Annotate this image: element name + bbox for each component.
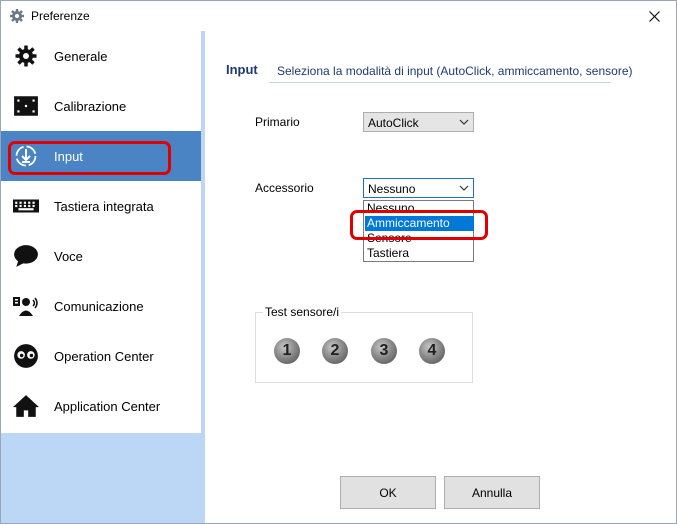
sensor-indicator-3: 3 — [371, 338, 397, 364]
close-button[interactable] — [632, 1, 676, 31]
annotation-highlight-ammiccamento — [350, 210, 488, 240]
calibration-icon — [14, 96, 38, 116]
sidebar-item-label: Generale — [54, 49, 108, 64]
sidebar-item-label: Tastiera integrata — [54, 199, 154, 214]
window-title: Preferenze — [31, 9, 90, 23]
primary-label: Primario — [255, 115, 300, 129]
section-title: Input — [226, 62, 258, 77]
chevron-down-icon — [459, 185, 469, 191]
annotation-highlight-input — [8, 141, 171, 175]
primary-select-value: AutoClick — [368, 116, 419, 130]
sidebar-list: Generale Calibrazione Input Tastiera int… — [1, 31, 201, 433]
keyboard-icon — [13, 199, 39, 213]
primary-select[interactable]: AutoClick — [363, 112, 474, 132]
sidebar-item-operation-center[interactable]: Operation Center — [1, 331, 201, 381]
sidebar-item-generale[interactable]: Generale — [1, 31, 201, 81]
chevron-down-icon — [459, 119, 469, 125]
sidebar-item-voce[interactable]: Voce — [1, 231, 201, 281]
sensor-indicator-4: 4 — [419, 338, 445, 364]
communication-icon — [13, 297, 38, 316]
sidebar-item-label: Operation Center — [54, 349, 154, 364]
sensor-indicator-1: 1 — [274, 338, 300, 364]
ok-button[interactable]: OK — [340, 476, 436, 509]
sidebar-item-label: Voce — [54, 249, 83, 264]
dropdown-option-tastiera[interactable]: Tastiera — [365, 246, 474, 261]
title-bar: Preferenze — [1, 1, 676, 31]
sidebar-separator — [201, 31, 205, 523]
accessory-select-value: Nessuno — [368, 182, 416, 196]
sensor-test-title: Test sensore/i — [263, 305, 342, 319]
sidebar-item-comunicazione[interactable]: Comunicazione — [1, 281, 201, 331]
sidebar-item-label: Comunicazione — [54, 299, 144, 314]
sidebar-item-application-center[interactable]: Application Center — [1, 381, 201, 431]
accessory-label: Accessorio — [255, 181, 314, 195]
eyes-icon — [14, 344, 38, 368]
sensor-indicator-2: 2 — [322, 338, 348, 364]
sidebar-item-label: Calibrazione — [54, 99, 127, 114]
section-description: Seleziona la modalità di input (AutoClic… — [277, 64, 633, 78]
gear-icon — [15, 45, 37, 67]
close-icon — [648, 10, 660, 22]
sidebar-item-label: Application Center — [54, 399, 161, 414]
cancel-button[interactable]: Annulla — [444, 476, 540, 509]
sidebar: Generale Calibrazione Input Tastiera int… — [1, 31, 201, 523]
sidebar-item-calibrazione[interactable]: Calibrazione — [1, 81, 201, 131]
speech-bubble-icon — [14, 245, 38, 267]
accessory-select[interactable]: Nessuno — [363, 178, 474, 198]
preferences-window: Preferenze Generale Calibrazione Input T… — [0, 0, 677, 524]
header-divider — [269, 82, 611, 83]
sidebar-item-tastiera-integrata[interactable]: Tastiera integrata — [1, 181, 201, 231]
gear-icon — [10, 9, 24, 23]
home-icon — [13, 395, 39, 417]
